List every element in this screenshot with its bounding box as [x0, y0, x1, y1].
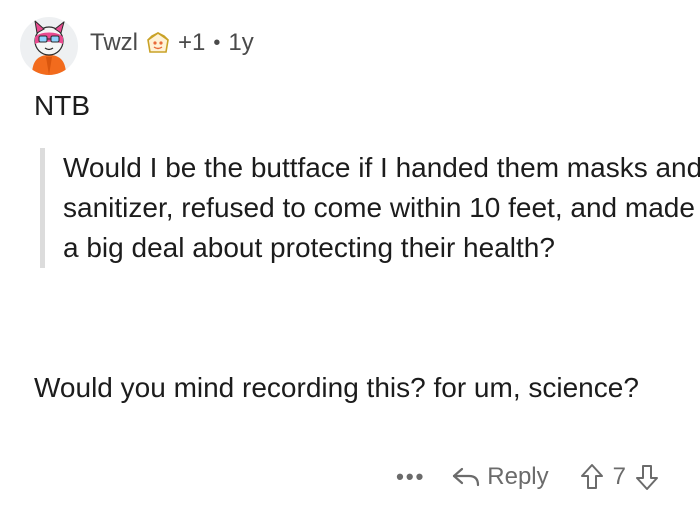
- award-count: +1: [178, 29, 206, 56]
- meta-separator: •: [213, 31, 221, 54]
- more-options-button[interactable]: •••: [396, 464, 425, 490]
- upvote-arrow-icon[interactable]: [579, 463, 605, 491]
- downvote-arrow-icon[interactable]: [634, 463, 660, 491]
- comment-header: Twzl +1 • 1y: [20, 14, 254, 78]
- comment-body: Would you mind recording this? for um, s…: [34, 372, 639, 403]
- quoted-text: Would I be the buttface if I handed them…: [40, 148, 700, 268]
- reply-arrow-icon: [451, 465, 481, 489]
- vote-controls: 7: [579, 463, 660, 491]
- comment-card: Twzl +1 • 1y NTB Would I be the buttface…: [0, 0, 700, 507]
- reply-button[interactable]: Reply: [451, 463, 549, 491]
- avatar-image: [32, 19, 66, 75]
- comment-actions: ••• Reply 7: [396, 455, 660, 499]
- vote-score: 7: [612, 463, 626, 490]
- comment-age: 1y: [228, 29, 254, 56]
- comment-first-line: NTB: [34, 90, 90, 121]
- avatar[interactable]: [20, 17, 78, 75]
- username[interactable]: Twzl: [90, 29, 138, 57]
- comment-meta: Twzl +1 • 1y: [90, 29, 254, 57]
- award-icon[interactable]: [144, 30, 172, 56]
- reply-label: Reply: [487, 463, 549, 490]
